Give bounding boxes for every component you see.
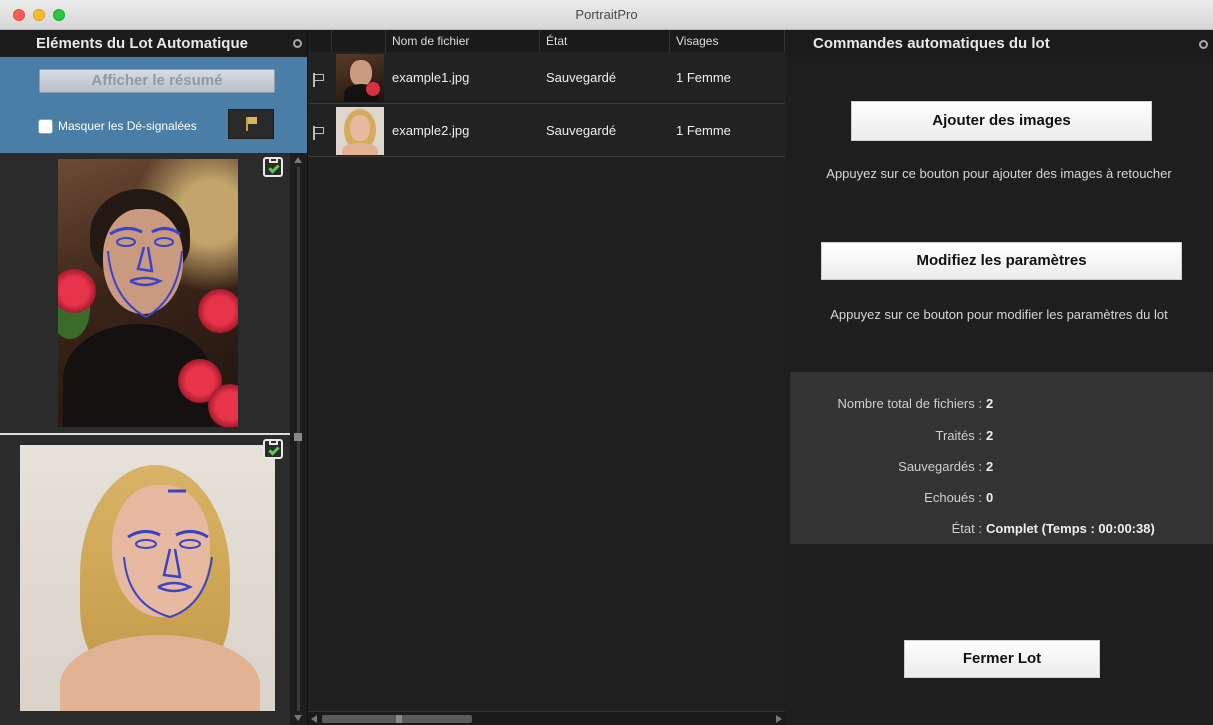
hide-unflagged-checkbox[interactable] (38, 119, 53, 134)
row-faces: 1 Femme (676, 70, 731, 85)
show-summary-button[interactable]: Afficher le résumé (39, 69, 275, 93)
flag-icon[interactable] (313, 126, 327, 140)
table-row[interactable]: example1.jpg Sauvegardé 1 Femme (308, 52, 785, 104)
stat-total-label: Nombre total de fichiers : (837, 396, 982, 411)
batch-commands-title: Commandes automatiques du lot (813, 35, 1050, 52)
flag-toggle-button[interactable] (228, 109, 274, 139)
stat-processed-label: Traités : (935, 428, 982, 443)
column-header-filename[interactable]: Nom de fichier (386, 30, 540, 52)
stat-total-value: 2 (986, 396, 994, 411)
face-landmark-overlay (123, 489, 213, 619)
scroll-left-icon[interactable] (311, 715, 317, 723)
thumbnail-list[interactable] (0, 153, 290, 725)
window-titlebar: PortraitPro (0, 0, 1213, 30)
stat-saved-label: Sauvegardés : (898, 459, 982, 474)
table-horizontal-scrollbar[interactable] (308, 711, 785, 725)
file-table: Nom de fichier État Visages example1.jpg… (307, 30, 785, 725)
batch-items-controls: Afficher le résumé Masquer les Dé-signal… (0, 57, 307, 153)
stat-failed-label: Echoués : (924, 490, 982, 505)
batch-stats-box: Nombre total de fichiers : 2 Traités : 2… (790, 372, 1213, 544)
add-images-hint: Appuyez sur ce bouton pour ajouter des i… (826, 166, 1172, 181)
scroll-up-icon[interactable] (294, 157, 302, 163)
batch-items-panel: Eléments du Lot Automatique Afficher le … (0, 30, 307, 725)
scroll-down-icon[interactable] (294, 715, 302, 721)
thumbnail-scrollbar[interactable] (290, 153, 307, 725)
face-landmark-overlay (107, 227, 183, 319)
row-filename: example1.jpg (392, 70, 470, 85)
column-header-flag[interactable] (308, 30, 332, 52)
thumbnail-item[interactable] (0, 153, 290, 435)
stat-failed-value: 0 (986, 490, 994, 505)
modify-settings-button[interactable]: Modifiez les paramètres (821, 242, 1182, 280)
batch-items-header: Eléments du Lot Automatique (0, 30, 307, 57)
row-filename: example2.jpg (392, 123, 470, 138)
portrait-thumbnail-1[interactable] (58, 159, 238, 427)
row-thumbnail (336, 54, 384, 102)
column-header-state[interactable]: État (540, 30, 670, 52)
stat-state-label: État : (951, 521, 982, 536)
row-state: Sauvegardé (546, 70, 617, 85)
portrait-thumbnail-2[interactable] (20, 445, 275, 711)
batch-commands-header: Commandes automatiques du lot (785, 30, 1213, 57)
stat-processed-value: 2 (986, 428, 994, 443)
column-header-thumbnail[interactable] (332, 30, 386, 52)
scroll-right-icon[interactable] (776, 715, 782, 723)
thumbnail-item[interactable] (0, 437, 290, 725)
row-state: Sauvegardé (546, 123, 617, 138)
flag-icon (246, 117, 258, 131)
batch-items-title: Eléments du Lot Automatique (36, 35, 248, 52)
gear-icon[interactable] (293, 39, 302, 48)
close-batch-button[interactable]: Fermer Lot (904, 640, 1100, 678)
flag-icon[interactable] (313, 73, 327, 87)
stat-state-value: Complet (Temps : 00:00:38) (986, 521, 1155, 536)
saved-check-icon (263, 439, 283, 459)
add-images-button[interactable]: Ajouter des images (851, 101, 1152, 141)
stat-saved-value: 2 (986, 459, 994, 474)
window-title: PortraitPro (575, 7, 638, 22)
table-row[interactable]: example2.jpg Sauvegardé 1 Femme (308, 105, 785, 157)
saved-check-icon (263, 157, 283, 177)
batch-commands-panel: Commandes automatiques du lot Ajouter de… (785, 30, 1213, 725)
row-thumbnail (336, 107, 384, 155)
column-header-faces[interactable]: Visages (670, 30, 785, 52)
scroll-thumb[interactable] (396, 715, 402, 723)
row-faces: 1 Femme (676, 123, 731, 138)
scroll-thumb[interactable] (294, 433, 302, 441)
modify-settings-hint: Appuyez sur ce bouton pour modifier les … (830, 307, 1168, 322)
gear-icon[interactable] (1199, 40, 1208, 49)
hide-unflagged-label: Masquer les Dé-signalées (58, 119, 197, 133)
